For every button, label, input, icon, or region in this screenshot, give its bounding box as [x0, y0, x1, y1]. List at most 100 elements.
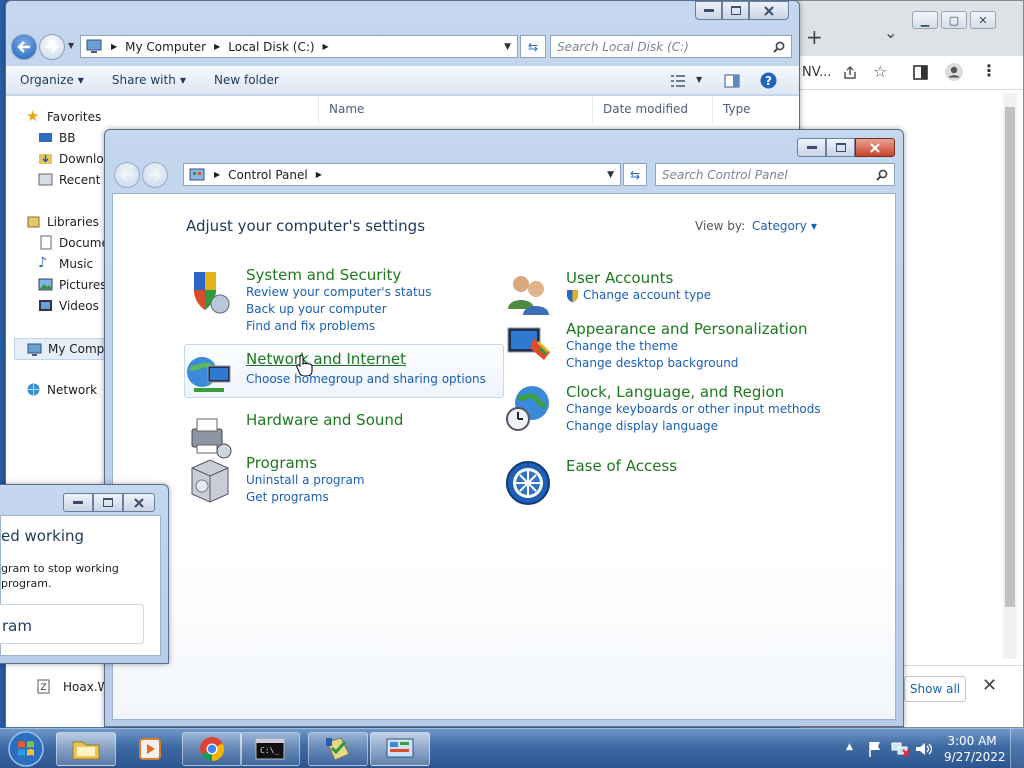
nav-bb[interactable]: BB	[38, 130, 75, 145]
cp-minimize-button[interactable]	[797, 138, 826, 157]
category-title[interactable]: Clock, Language, and Region	[566, 383, 821, 401]
nav-recent-places[interactable]: Recent P	[38, 172, 112, 187]
preview-pane-icon[interactable]	[724, 74, 740, 88]
category-title[interactable]: User Accounts	[566, 269, 711, 287]
link-find-fix[interactable]: Find and fix problems	[246, 318, 432, 335]
close-program-option[interactable]: ram	[0, 604, 144, 644]
system-clock[interactable]: 3:00 AM 9/27/2022	[944, 733, 1006, 765]
clock-time: 3:00 AM	[947, 734, 997, 748]
nav-videos[interactable]: Videos	[38, 298, 99, 313]
dlg-minimize-button[interactable]	[63, 493, 93, 512]
cp-address-dropdown-icon[interactable]: ▼	[607, 170, 614, 180]
taskbar-media-player-button[interactable]	[120, 732, 180, 766]
nav-documents[interactable]: Docume	[38, 235, 109, 250]
cp-search-input[interactable]: Search Control Panel	[655, 163, 895, 186]
chrome-close-button[interactable]: ✕	[970, 11, 996, 29]
link-review-status[interactable]: Review your computer's status	[246, 284, 432, 301]
bookmark-star-icon[interactable]: ☆	[873, 62, 887, 81]
share-label: Share with	[111, 73, 176, 87]
taskbar-control-panel-button[interactable]	[370, 732, 430, 766]
link-back-up[interactable]: Back up your computer	[246, 301, 432, 318]
cp-forward-button[interactable]	[142, 162, 168, 188]
recent-pages-chevron-icon[interactable]: ▼	[68, 41, 74, 50]
view-by-dropdown[interactable]: Category ▼	[752, 219, 817, 233]
category-title[interactable]: Network and Internet	[246, 350, 486, 368]
category-title[interactable]: Programs	[246, 454, 365, 472]
back-button[interactable]	[11, 34, 37, 60]
cp-address-bar[interactable]: ▶ Control Panel ▶ ▼	[183, 163, 621, 186]
address-dropdown-icon[interactable]: ▼	[504, 42, 511, 52]
new-folder-button[interactable]: New folder	[214, 73, 279, 87]
dlg-close-button[interactable]	[123, 493, 155, 512]
chrome-menu-icon[interactable]: ⋮	[981, 61, 997, 80]
link-change-keyboards[interactable]: Change keyboards or other input methods	[566, 401, 821, 418]
cp-close-button[interactable]	[855, 138, 895, 157]
taskbar-checklist-button[interactable]	[308, 732, 368, 766]
nav-network[interactable]: Network	[26, 382, 97, 397]
category-title[interactable]: System and Security	[246, 266, 432, 284]
start-orb-icon[interactable]	[6, 730, 46, 768]
scrollbar-thumb[interactable]	[1005, 107, 1015, 607]
column-date-modified[interactable]: Date modified	[592, 96, 712, 122]
category-title[interactable]: Appearance and Personalization	[566, 320, 808, 338]
side-panel-icon[interactable]	[913, 65, 928, 80]
taskbar-explorer-button[interactable]	[56, 732, 116, 766]
address-fragment[interactable]: NV...	[802, 65, 831, 80]
nav-favorites[interactable]: ★ Favorites	[26, 109, 101, 124]
forward-button[interactable]	[39, 34, 65, 60]
explorer-minimize-button[interactable]	[695, 1, 722, 20]
nav-libraries[interactable]: Libraries	[26, 214, 99, 229]
view-dropdown-icon[interactable]: ▼	[696, 75, 702, 84]
link-homegroup[interactable]: Choose homegroup and sharing options	[246, 371, 486, 388]
tab-list-chevron-icon[interactable]: ⌄	[884, 23, 897, 42]
cp-refresh-button[interactable]: ⇆	[623, 163, 647, 186]
nav-my-computer[interactable]: My Compu	[14, 338, 112, 360]
explorer-maximize-button[interactable]	[722, 1, 749, 20]
volume-icon[interactable]	[914, 740, 932, 758]
action-center-flag-icon[interactable]	[866, 740, 884, 758]
explorer-close-button[interactable]	[749, 1, 789, 20]
nav-music[interactable]: ♪ Music	[38, 256, 93, 271]
explorer-search-input[interactable]: Search Local Disk (C:)	[550, 35, 792, 58]
link-change-theme[interactable]: Change the theme	[566, 338, 808, 355]
help-icon[interactable]: ?	[760, 72, 777, 89]
file-item-hoax[interactable]: Z Hoax.W	[36, 679, 110, 694]
nav-downloads[interactable]: Downloa	[38, 151, 111, 166]
dlg-maximize-button[interactable]	[93, 493, 123, 512]
show-desktop-button[interactable]	[1010, 729, 1024, 768]
profile-avatar-icon[interactable]	[944, 62, 964, 82]
nav-pictures[interactable]: Pictures	[38, 277, 107, 292]
show-hidden-icons-icon[interactable]: ▲	[846, 742, 853, 752]
file-icon: Z	[37, 679, 50, 694]
chrome-scrollbar[interactable]	[1003, 93, 1017, 659]
explorer-address-bar[interactable]: ▶ My Computer ▶ Local Disk (C:) ▶ ▼	[80, 35, 518, 58]
taskbar-chrome-button[interactable]	[182, 732, 242, 766]
link-uninstall[interactable]: Uninstall a program	[246, 472, 365, 489]
taskbar-cmd-button[interactable]: C:\_	[240, 732, 300, 766]
new-tab-button[interactable]: +	[806, 25, 823, 49]
cp-back-button[interactable]	[114, 162, 140, 188]
breadcrumb-my-computer[interactable]: My Computer	[125, 40, 206, 54]
close-download-bar-icon[interactable]: ✕	[982, 675, 997, 696]
category-title[interactable]: Hardware and Sound	[246, 411, 403, 429]
breadcrumb-control-panel[interactable]: Control Panel	[228, 168, 308, 182]
link-change-background[interactable]: Change desktop background	[566, 355, 808, 372]
documents-icon	[40, 235, 52, 250]
network-status-icon[interactable]	[890, 740, 910, 758]
refresh-button[interactable]: ⇆	[520, 35, 546, 58]
link-change-display-language[interactable]: Change display language	[566, 418, 821, 435]
organize-menu[interactable]: Organize ▼	[20, 73, 84, 87]
show-all-button[interactable]: Show all	[904, 676, 966, 702]
link-get-programs[interactable]: Get programs	[246, 489, 365, 506]
share-icon[interactable]	[842, 65, 858, 81]
share-with-menu[interactable]: Share with ▼	[112, 73, 186, 87]
chrome-maximize-button[interactable]: ▢	[941, 11, 967, 29]
category-title[interactable]: Ease of Access	[566, 457, 677, 475]
link-change-account-type[interactable]: Change account type	[566, 287, 711, 304]
column-type[interactable]: Type	[712, 96, 792, 122]
view-options-icon[interactable]	[670, 74, 686, 88]
cp-maximize-button[interactable]	[826, 138, 855, 157]
column-name[interactable]: Name	[318, 96, 592, 122]
breadcrumb-local-disk[interactable]: Local Disk (C:)	[228, 40, 314, 54]
chrome-minimize-button[interactable]: ▁	[912, 11, 938, 29]
